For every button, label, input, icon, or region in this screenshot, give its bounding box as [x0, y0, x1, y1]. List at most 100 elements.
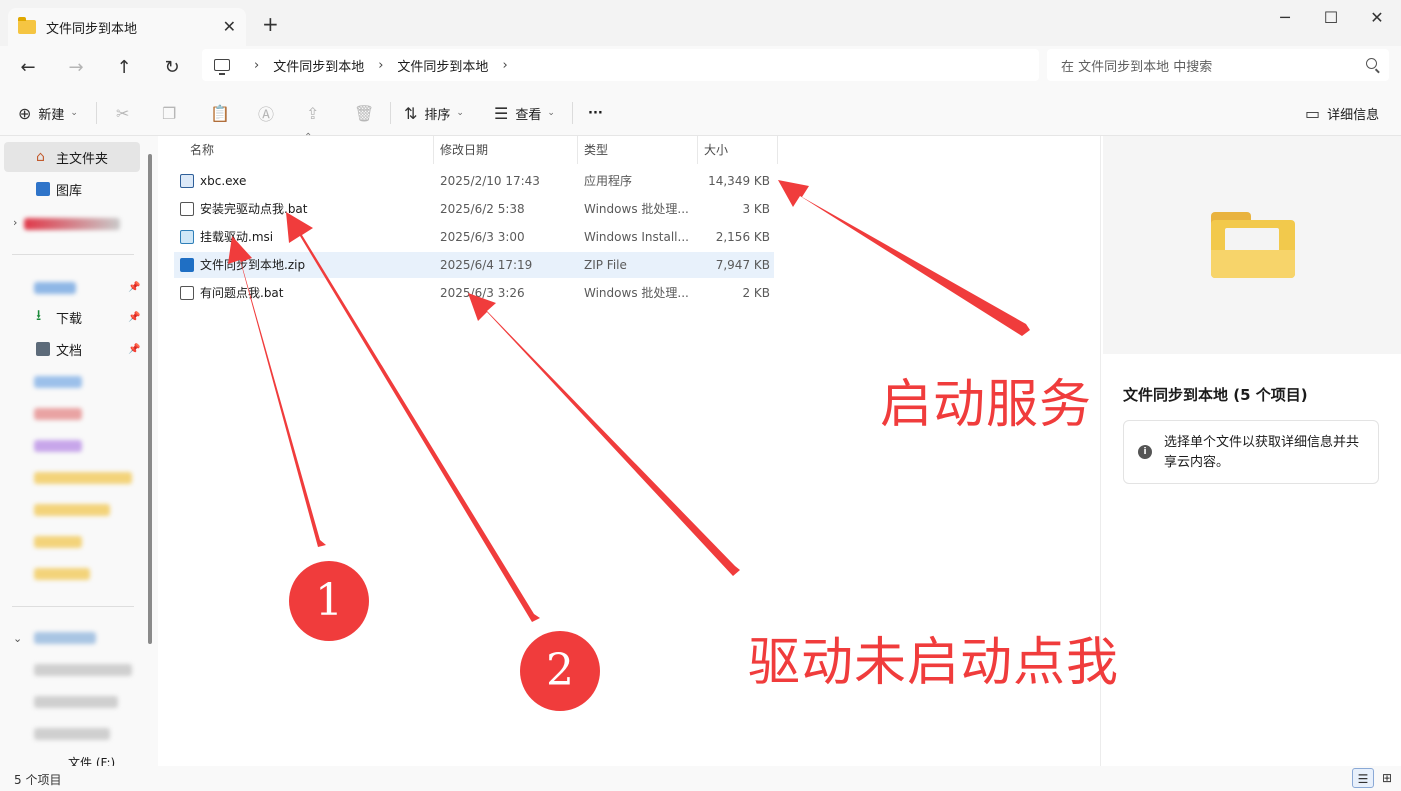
sidebar-item-drive-f[interactable]: 文件 (F:): [4, 752, 140, 767]
pin-icon: 📌: [128, 311, 141, 323]
download-icon: ⭳: [36, 306, 42, 324]
sidebar-scrollbar[interactable]: [148, 154, 152, 644]
details-view-button[interactable]: ☰: [1352, 768, 1374, 788]
breadcrumb-separator[interactable]: ›: [254, 58, 259, 73]
trash-icon: 🗑: [354, 103, 375, 123]
file-date: 2025/6/2 5:38: [440, 202, 525, 216]
sidebar-item-home[interactable]: ⌂ 主文件夹: [4, 142, 140, 172]
tab-current[interactable]: 文件同步到本地 ✕: [8, 8, 246, 46]
file-row[interactable]: 文件同步到本地.zip 2025/6/4 17:19 ZIP File 7,94…: [174, 252, 774, 278]
breadcrumb-separator[interactable]: ›: [502, 58, 507, 73]
tiles-view-button[interactable]: ⊞: [1376, 768, 1398, 788]
minimize-button[interactable]: ─: [1262, 4, 1308, 32]
file-date: 2025/6/3 3:00: [440, 230, 525, 244]
title-bar: 文件同步到本地 ✕ + ─ ☐ ✕: [0, 0, 1401, 46]
sidebar-item-label: 图库: [56, 183, 83, 199]
blurred-item[interactable]: [34, 536, 82, 548]
file-size: 2,156 KB: [715, 230, 770, 244]
computer-icon[interactable]: [214, 59, 230, 75]
file-name: 安装完驱动点我.bat: [200, 202, 308, 216]
sort-icon: ⇅: [404, 103, 418, 123]
breadcrumb-separator[interactable]: ›: [378, 58, 383, 73]
blurred-item[interactable]: [34, 472, 132, 484]
file-row[interactable]: 有问题点我.bat 2025/6/3 3:26 Windows 批处理... 2…: [174, 280, 774, 306]
bat-icon: [180, 202, 194, 216]
file-row[interactable]: 挂载驱动.msi 2025/6/3 3:00 Windows Install..…: [174, 224, 774, 250]
blurred-item[interactable]: [34, 282, 76, 294]
column-header-date[interactable]: 修改日期: [434, 136, 578, 164]
forward-button[interactable]: →: [62, 54, 90, 82]
sidebar-item-label: 主文件夹: [56, 151, 109, 167]
rename-button[interactable]: Ⓐ: [258, 102, 281, 124]
refresh-button[interactable]: ↻: [158, 54, 186, 82]
file-size: 14,349 KB: [708, 174, 770, 188]
chevron-down-icon: ⌄: [456, 108, 464, 118]
breadcrumb-item[interactable]: 文件同步到本地: [273, 56, 364, 75]
details-pane-button[interactable]: ▭ 详细信息: [1305, 102, 1379, 124]
file-size: 2 KB: [742, 286, 770, 300]
more-options-button[interactable]: ···: [588, 102, 603, 124]
close-window-button[interactable]: ✕: [1354, 4, 1400, 32]
column-header-type[interactable]: 类型: [578, 136, 698, 164]
column-header-size[interactable]: 大小: [698, 136, 778, 164]
sidebar-item-gallery[interactable]: 图库: [4, 174, 140, 204]
sidebar-divider: [12, 606, 134, 607]
back-button[interactable]: ←: [14, 54, 42, 82]
large-folder-icon: [1211, 212, 1295, 278]
share-button[interactable]: ⇪: [306, 102, 326, 124]
sidebar-item-label: 文件 (F:): [68, 755, 116, 767]
cut-button[interactable]: ✂: [116, 102, 136, 124]
rename-icon: Ⓐ: [258, 105, 275, 124]
search-box[interactable]: 在 文件同步到本地 中搜索: [1047, 49, 1389, 81]
info-text: 选择单个文件以获取详细信息并共享云内容。: [1164, 435, 1360, 470]
breadcrumb-item[interactable]: 文件同步到本地: [397, 56, 488, 75]
up-button[interactable]: ↑: [110, 54, 138, 82]
sort-button[interactable]: ⇅ 排序 ⌄: [404, 102, 464, 124]
breadcrumb[interactable]: › 文件同步到本地 › 文件同步到本地 ›: [202, 49, 1039, 81]
blurred-item[interactable]: [34, 664, 132, 676]
view-button[interactable]: ☰ 查看 ⌄: [494, 102, 555, 124]
chevron-down-icon: ⌄: [547, 108, 555, 118]
close-tab-icon[interactable]: ✕: [223, 17, 236, 36]
blurred-item[interactable]: [24, 218, 120, 230]
annotation-badge-2: 2: [520, 631, 600, 711]
copy-button[interactable]: ❐: [162, 102, 183, 124]
sidebar-item-documents[interactable]: 文档 📌: [4, 334, 140, 364]
blurred-item[interactable]: [34, 408, 82, 420]
blurred-item[interactable]: [34, 376, 82, 388]
bat-icon: [180, 286, 194, 300]
new-button[interactable]: ⊕ 新建 ⌄: [18, 102, 78, 124]
file-row[interactable]: xbc.exe 2025/2/10 17:43 应用程序 14,349 KB: [174, 168, 774, 194]
exe-icon: [180, 174, 194, 188]
file-row[interactable]: 安装完驱动点我.bat 2025/6/2 5:38 Windows 批处理...…: [174, 196, 774, 222]
chevron-down-icon[interactable]: ⌄: [13, 632, 22, 645]
blurred-item[interactable]: [34, 728, 110, 740]
sidebar-item-downloads[interactable]: ⭳ 下载 📌: [4, 302, 140, 332]
blurred-item[interactable]: [34, 440, 82, 452]
file-date: 2025/2/10 17:43: [440, 174, 540, 188]
file-type: Windows 批处理...: [584, 286, 689, 300]
new-tab-button[interactable]: +: [262, 12, 279, 36]
blurred-item[interactable]: [34, 632, 96, 644]
delete-button[interactable]: 🗑: [354, 102, 381, 124]
search-input[interactable]: 在 文件同步到本地 中搜索: [1061, 56, 1212, 75]
blurred-item[interactable]: [34, 696, 118, 708]
blurred-item[interactable]: [34, 568, 90, 580]
maximize-button[interactable]: ☐: [1308, 4, 1354, 32]
preview-pane: 文件同步到本地 (5 个项目) i 选择单个文件以获取详细信息并共享云内容。: [1100, 136, 1401, 766]
details-pane-icon: ▭: [1305, 103, 1321, 123]
column-header-name[interactable]: 名称: [184, 136, 434, 164]
paste-button[interactable]: 📋: [210, 102, 237, 124]
chevron-right-icon[interactable]: ›: [13, 216, 17, 229]
file-date: 2025/6/3 3:26: [440, 286, 525, 300]
msi-icon: [180, 230, 194, 244]
toolbar-divider: [96, 102, 97, 124]
folder-icon: [18, 17, 36, 34]
annotation-badge-1: 1: [289, 561, 369, 641]
home-icon: ⌂: [36, 149, 45, 165]
chevron-down-icon: ⌄: [70, 108, 78, 118]
file-name: xbc.exe: [200, 174, 247, 188]
blurred-item[interactable]: [34, 504, 110, 516]
copy-icon: ❐: [162, 103, 177, 123]
item-count: 5 个项目: [14, 773, 62, 787]
